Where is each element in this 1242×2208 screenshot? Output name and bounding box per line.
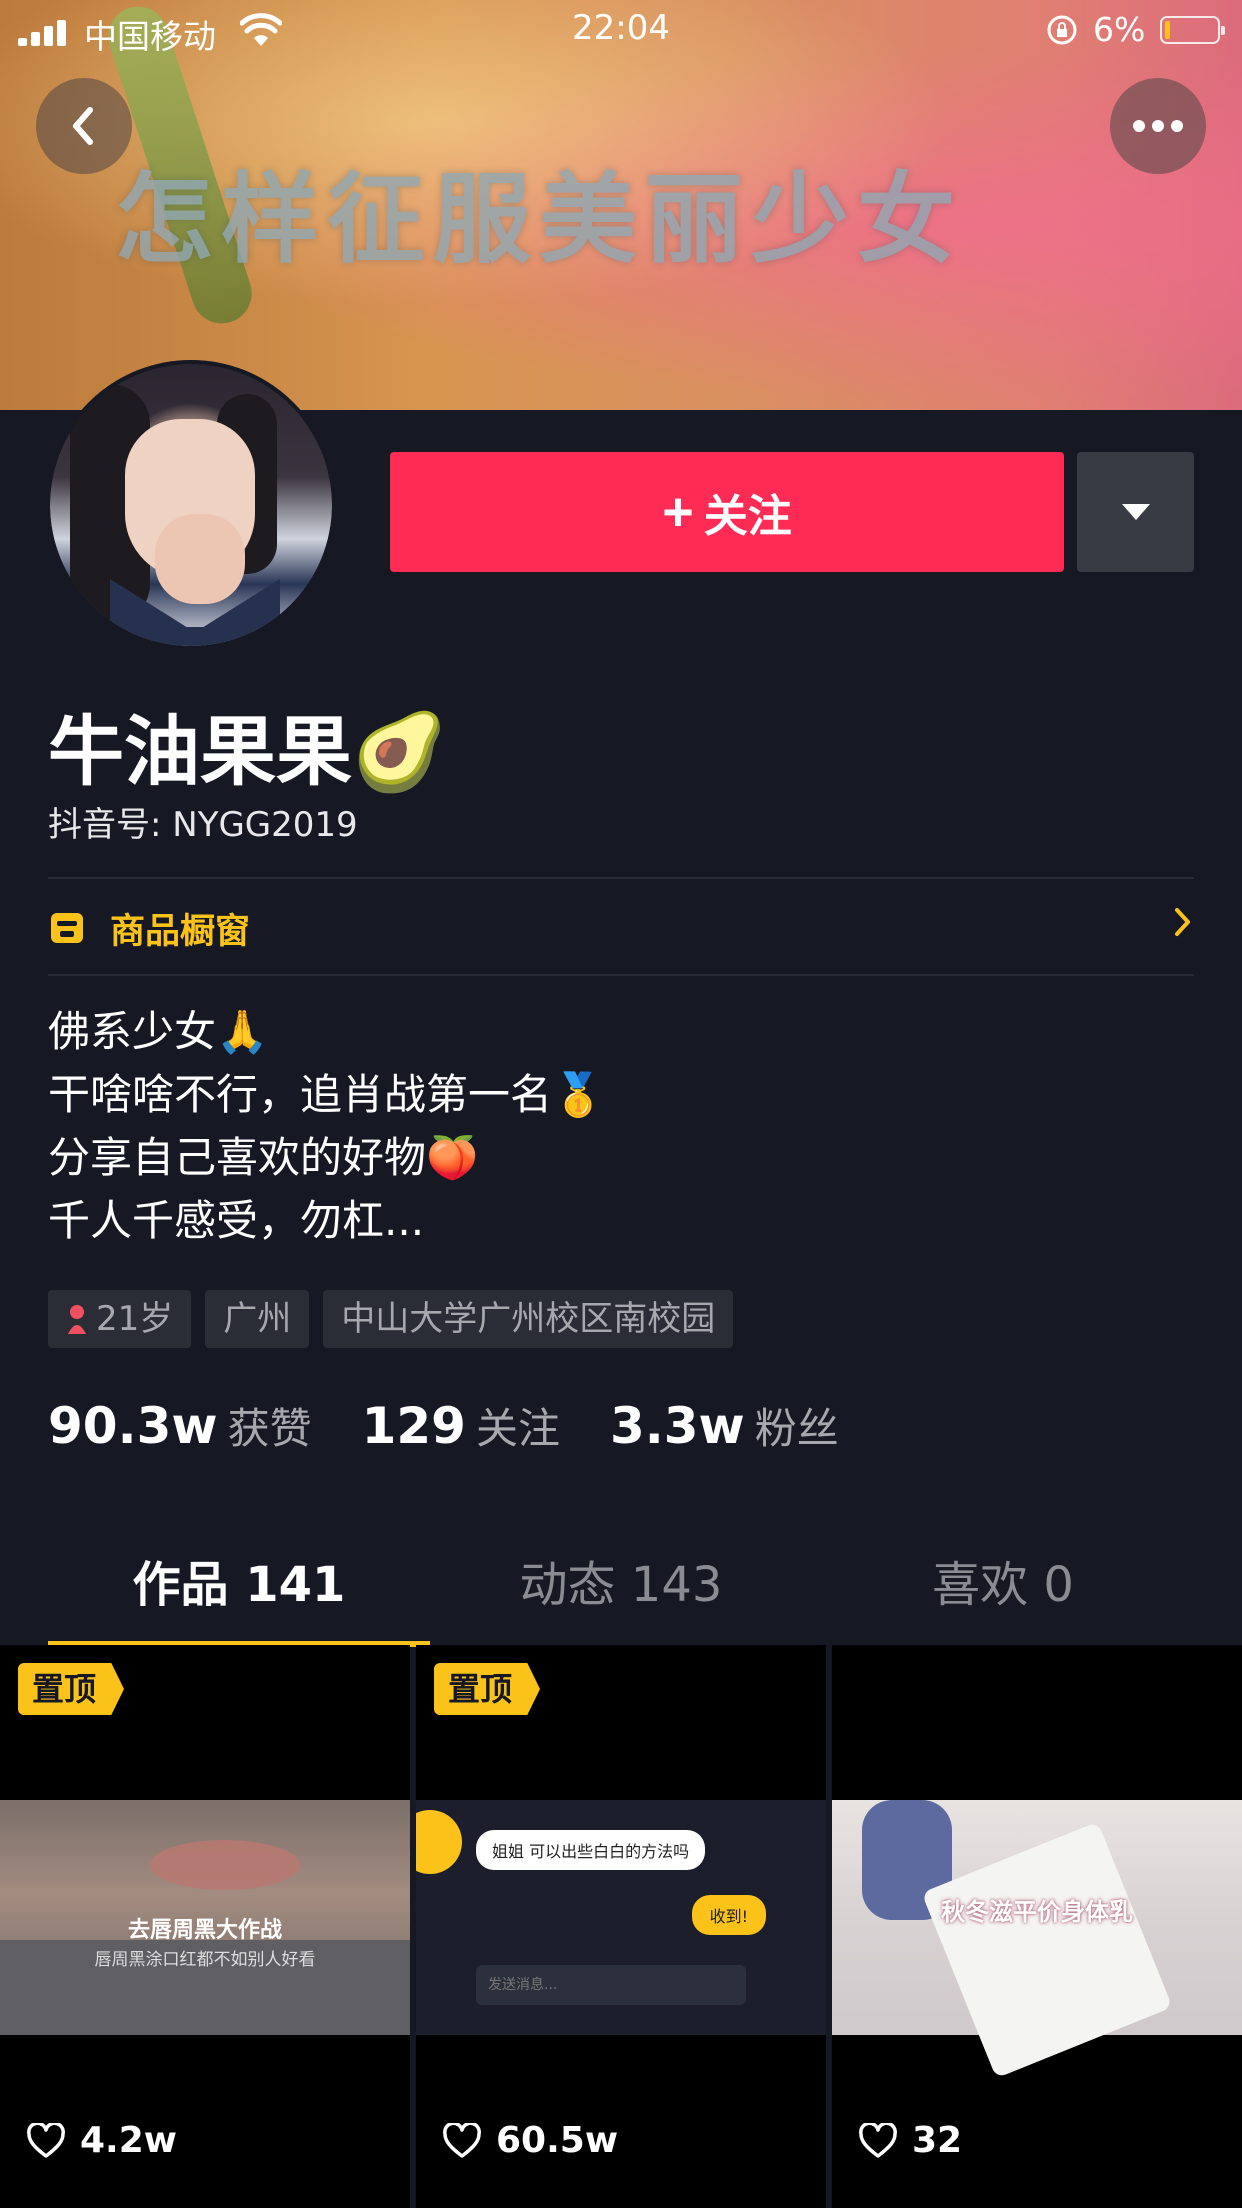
pinned-badge: 置顶 bbox=[18, 1663, 125, 1715]
rotation-lock-icon bbox=[1047, 15, 1077, 45]
video-title: 去唇周黑大作战 bbox=[127, 1918, 282, 1943]
more-dots-icon bbox=[1133, 120, 1183, 132]
chevron-right-icon bbox=[1175, 908, 1190, 936]
bio-line: 干啥啥不行，追肖战第一名🥇 bbox=[48, 1070, 605, 1119]
video-thumbnail[interactable]: 去唇周黑大作战 唇周黑涂口红都不如别人好看 置顶 4.2w bbox=[0, 1645, 410, 2208]
bio-line: 分享自己喜欢的好物🍑 bbox=[48, 1133, 479, 1182]
nickname: 牛油果果🥑 bbox=[48, 707, 447, 796]
tab-works[interactable]: 作品 141 bbox=[48, 1545, 430, 1647]
location-tag: 广州 bbox=[205, 1290, 310, 1348]
following-stat[interactable]: 129 关注 bbox=[362, 1395, 560, 1456]
cover-caption: 怎样征服美丽少女 bbox=[115, 162, 964, 277]
divider bbox=[48, 974, 1194, 976]
shop-icon bbox=[51, 913, 83, 943]
pinned-badge: 置顶 bbox=[434, 1663, 541, 1715]
status-bar: 中国移动 22:04 6% bbox=[0, 0, 1242, 60]
battery-percent: 6% bbox=[1093, 10, 1146, 49]
bio-line: 千人千感受，勿杠... bbox=[48, 1196, 425, 1245]
recommend-dropdown-button[interactable] bbox=[1077, 452, 1194, 572]
school-tag: 中山大学广州校区南校园 bbox=[323, 1290, 734, 1348]
divider bbox=[48, 877, 1194, 879]
bio: 佛系少女🙏 干啥啥不行，追肖战第一名🥇 分享自己喜欢的好物🍑 千人千感受，勿杠.… bbox=[48, 1000, 604, 1252]
video-thumbnail[interactable]: 秋冬滋平价身体乳 32 bbox=[832, 1645, 1242, 2208]
battery-icon bbox=[1160, 16, 1225, 44]
like-count: 4.2w bbox=[26, 2120, 177, 2161]
age-tag: 21岁 bbox=[48, 1290, 192, 1348]
chevron-left-icon bbox=[73, 107, 93, 145]
avatar[interactable] bbox=[46, 360, 336, 650]
back-button[interactable] bbox=[36, 78, 132, 174]
douyin-id: 抖音号: NYGG2019 bbox=[48, 805, 358, 845]
like-count: 32 bbox=[858, 2120, 962, 2161]
profile-cover-image: 怎样征服美丽少女 bbox=[0, 0, 1242, 410]
emoji-icon bbox=[416, 1810, 462, 1874]
shop-window-row[interactable]: 商品橱窗 bbox=[48, 880, 1194, 976]
tab-moments[interactable]: 动态 143 bbox=[430, 1545, 812, 1641]
triangle-down-icon bbox=[1121, 504, 1150, 520]
follow-button[interactable]: + 关注 bbox=[390, 452, 1064, 572]
video-subtitle: 唇周黑涂口红都不如别人好看 bbox=[94, 1950, 316, 1970]
shop-window-label: 商品橱窗 bbox=[110, 911, 251, 952]
video-thumbnail[interactable]: 姐姐 可以出些白白的方法吗 收到! 发送消息... 置顶 60.5w bbox=[416, 1645, 826, 2208]
more-options-button[interactable] bbox=[1110, 78, 1206, 174]
bio-line: 佛系少女🙏 bbox=[48, 1007, 269, 1056]
chat-bubble: 姐姐 可以出些白白的方法吗 bbox=[476, 1830, 706, 1870]
follow-label: 关注 bbox=[703, 492, 792, 541]
profile-stats: 90.3w 获赞 129 关注 3.3w 粉丝 bbox=[48, 1395, 889, 1456]
plus-icon: + bbox=[662, 482, 694, 542]
heart-icon bbox=[27, 2122, 65, 2158]
followers-stat[interactable]: 3.3w 粉丝 bbox=[610, 1395, 839, 1456]
female-icon bbox=[68, 1305, 86, 1334]
tab-likes[interactable]: 喜欢 0 bbox=[812, 1545, 1194, 1641]
content-tabs: 作品 141 动态 143 喜欢 0 bbox=[48, 1545, 1194, 1647]
heart-icon bbox=[443, 2122, 481, 2158]
likes-stat[interactable]: 90.3w 获赞 bbox=[48, 1395, 312, 1456]
chat-reply: 收到! bbox=[691, 1895, 766, 1935]
video-title: 秋冬滋平价身体乳 bbox=[941, 1898, 1133, 1926]
profile-tags: 21岁 广州 中山大学广州校区南校园 bbox=[48, 1290, 734, 1348]
chat-input: 发送消息... bbox=[476, 1965, 746, 2005]
heart-icon bbox=[859, 2122, 897, 2158]
like-count: 60.5w bbox=[442, 2120, 618, 2161]
video-grid: 去唇周黑大作战 唇周黑涂口红都不如别人好看 置顶 4.2w 姐姐 可以出些白白的… bbox=[0, 1645, 1242, 2208]
